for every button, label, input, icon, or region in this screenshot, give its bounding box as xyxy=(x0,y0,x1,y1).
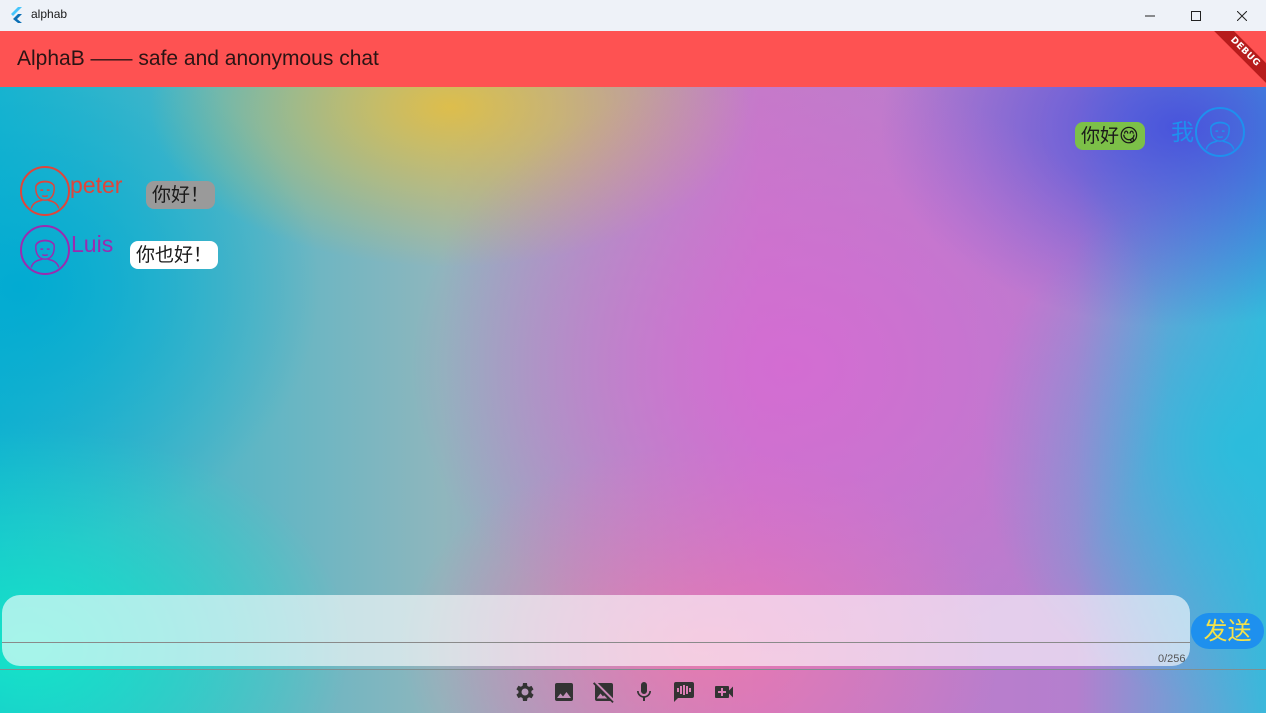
message-bubble: 你好！ xyxy=(146,181,216,209)
character-counter: 0/256 xyxy=(1158,653,1186,665)
settings-icon[interactable] xyxy=(512,680,536,704)
close-icon xyxy=(1237,10,1247,21)
image-icon[interactable] xyxy=(552,680,576,704)
message-sender-name: 我 xyxy=(1171,119,1194,145)
debug-banner: DEBUG xyxy=(1201,31,1266,87)
flutter-logo-icon xyxy=(10,7,24,23)
voice-message-icon[interactable] xyxy=(672,680,696,704)
app-title: AlphaB —— safe and anonymous chat xyxy=(17,47,379,70)
minimize-icon xyxy=(1145,15,1155,16)
toolbar xyxy=(512,680,736,704)
window-title: alphab xyxy=(31,7,68,21)
close-button[interactable] xyxy=(1219,0,1265,31)
microphone-icon[interactable] xyxy=(632,680,656,704)
maximize-icon xyxy=(1191,10,1201,21)
message-input[interactable] xyxy=(2,595,1190,666)
send-button[interactable]: 发送 xyxy=(1191,613,1264,649)
user-avatar-icon[interactable] xyxy=(1195,107,1245,157)
message-sender-name: peter xyxy=(70,172,123,198)
message-bubble: 你好😋 xyxy=(1075,122,1145,150)
video-call-icon[interactable] xyxy=(712,680,736,704)
maximize-button[interactable] xyxy=(1173,0,1219,31)
luis-avatar-icon[interactable] xyxy=(20,225,70,275)
toolbar-divider xyxy=(0,669,1266,670)
hide-image-icon[interactable] xyxy=(592,680,616,704)
message-sender-name: Luis xyxy=(71,231,114,257)
message-bubble: 你也好！ xyxy=(130,241,219,269)
window-titlebar: alphab xyxy=(0,0,1266,32)
minimize-button[interactable] xyxy=(1127,0,1173,31)
peter-avatar-icon[interactable] xyxy=(20,166,70,216)
app-bar: AlphaB —— safe and anonymous chat DEBUG xyxy=(0,31,1266,87)
input-underline xyxy=(2,642,1190,643)
